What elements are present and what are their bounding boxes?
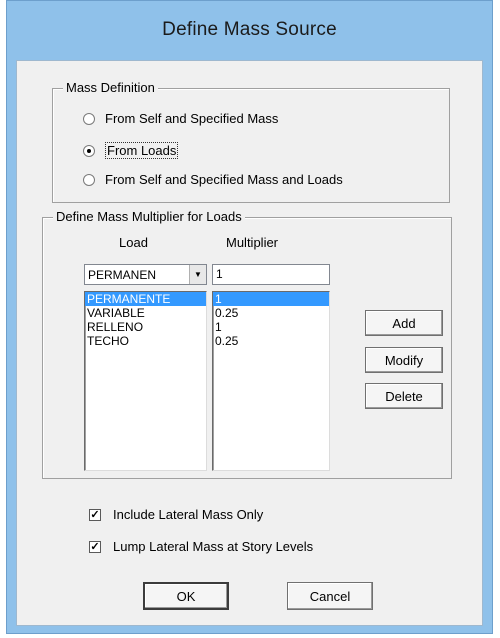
cancel-button[interactable]: Cancel [287, 582, 373, 610]
multiplier-input[interactable]: 1 [212, 264, 330, 285]
checkbox-checked-icon[interactable]: ✓ [89, 508, 101, 521]
radio-label: From Self and Specified Mass [105, 111, 279, 126]
radio-from-loads[interactable]: From Loads [83, 142, 179, 159]
lump-lateral-mass-option[interactable]: ✓ Lump Lateral Mass at Story Levels [89, 539, 313, 554]
include-lateral-mass-option[interactable]: ✓ Include Lateral Mass Only [89, 507, 263, 522]
multiplier-column-header: Multiplier [226, 235, 279, 250]
mass-definition-group: Mass Definition From Self and Specified … [52, 80, 450, 203]
checkbox-label: Include Lateral Mass Only [113, 507, 264, 522]
multiplier-list-item[interactable]: 1 [213, 320, 329, 334]
load-list-item[interactable]: VARIABLE [85, 306, 206, 320]
mass-multiplier-group: Define Mass Multiplier for Loads Load Mu… [42, 209, 452, 479]
title-bar[interactable]: Define Mass Source [7, 1, 492, 59]
dropdown-arrow-icon[interactable]: ▼ [189, 265, 206, 284]
radio-from-self-specified-mass-and-loads[interactable]: From Self and Specified Mass and Loads [83, 172, 343, 187]
load-combobox-value: PERMANEN [88, 267, 157, 282]
multiplier-list-item[interactable]: 1 [213, 292, 329, 306]
multiplier-list-item[interactable]: 0.25 [213, 334, 329, 348]
load-list-item[interactable]: RELLENO [85, 320, 206, 334]
multiplier-list-item[interactable]: 0.25 [213, 306, 329, 320]
dialog-client-area: Mass Definition From Self and Specified … [16, 60, 483, 626]
radio-indicator[interactable] [83, 112, 95, 125]
mass-definition-legend: Mass Definition [63, 80, 158, 95]
dialog-window: Define Mass Source Mass Definition From … [6, 0, 493, 634]
radio-indicator[interactable] [83, 173, 95, 186]
radio-indicator-selected[interactable] [83, 144, 95, 157]
load-list-item[interactable]: TECHO [85, 334, 206, 348]
modify-button[interactable]: Modify [365, 347, 443, 373]
checkbox-checked-icon[interactable]: ✓ [89, 540, 101, 553]
load-combobox[interactable]: PERMANEN ▼ [84, 264, 207, 285]
radio-label: From Loads [105, 142, 179, 159]
radio-label: From Self and Specified Mass and Loads [105, 172, 343, 187]
radio-from-self-and-specified-mass[interactable]: From Self and Specified Mass [83, 111, 278, 126]
load-listbox[interactable]: PERMANENTE VARIABLE RELLENO TECHO [84, 291, 207, 471]
delete-button[interactable]: Delete [365, 383, 443, 409]
ok-button[interactable]: OK [143, 582, 229, 610]
checkbox-label: Lump Lateral Mass at Story Levels [113, 539, 314, 554]
load-list-item[interactable]: PERMANENTE [85, 292, 206, 306]
dialog-title: Define Mass Source [162, 19, 337, 40]
add-button[interactable]: Add [365, 310, 443, 336]
load-column-header: Load [119, 235, 148, 250]
multiplier-listbox[interactable]: 1 0.25 1 0.25 [212, 291, 330, 471]
mass-multiplier-legend: Define Mass Multiplier for Loads [53, 209, 245, 224]
